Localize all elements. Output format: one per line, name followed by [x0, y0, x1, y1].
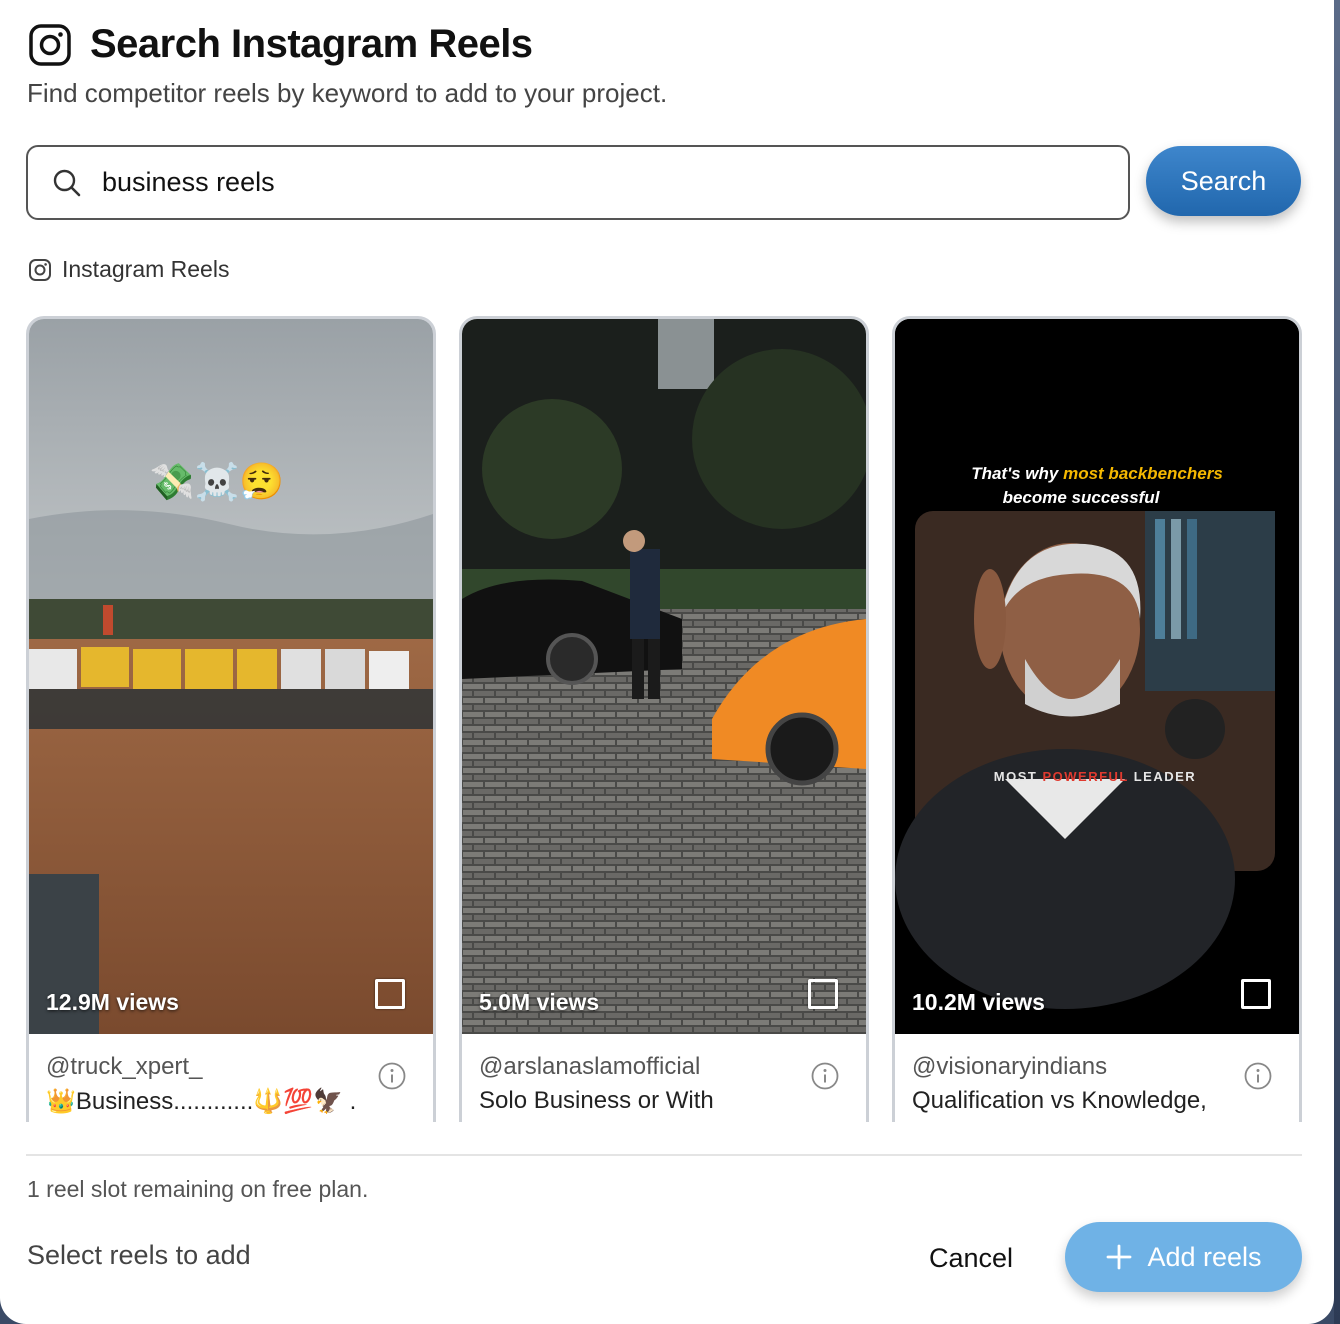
instagram-icon: [29, 23, 71, 66]
reel-caption: Solo Business or With: [479, 1087, 714, 1114]
reel-card[interactable]: That's why most backbenchers become succ…: [892, 316, 1302, 1122]
overlay-text-line2: become successful: [1003, 488, 1161, 507]
reel-caption: Qualification vs Knowledge,: [912, 1087, 1207, 1114]
reel-thumbnail[interactable]: [462, 319, 866, 1034]
view-count: 10.2M views: [912, 989, 1045, 1015]
section-label-text: Instagram Reels: [62, 256, 230, 282]
reels-grid: 💸☠️😮‍💨 12.9M views @truck_xpert_ 👑Busine…: [26, 316, 1302, 1122]
reel-thumbnail[interactable]: 💸☠️😮‍💨: [29, 319, 433, 1034]
info-icon[interactable]: [810, 1061, 840, 1091]
overlay-text-prefix: That's why: [971, 464, 1063, 483]
background-window-edge: [1334, 0, 1340, 1324]
section-label: Instagram Reels: [28, 256, 229, 283]
search-icon: [53, 169, 81, 196]
view-count: 12.9M views: [46, 989, 179, 1015]
search-input[interactable]: [102, 167, 1082, 198]
svg-text:That's why most backbenchers: That's why most backbenchers: [971, 464, 1223, 483]
modal-title: Search Instagram Reels: [90, 22, 533, 66]
plus-icon: [1107, 1244, 1132, 1270]
reel-thumbnail-image: That's why most backbenchers become succ…: [895, 319, 1299, 1034]
view-count: 5.0M views: [479, 989, 600, 1015]
search-button[interactable]: Search: [1146, 146, 1301, 216]
plan-note: 1 reel slot remaining on free plan.: [27, 1176, 369, 1202]
add-reels-label: Add reels: [1147, 1241, 1262, 1272]
reel-thumbnail-image: 💸☠️😮‍💨: [29, 319, 433, 1034]
add-reels-button[interactable]: Add reels: [1065, 1222, 1302, 1292]
reel-caption: 👑Business............🔱💯🦅 .: [46, 1088, 357, 1115]
search-reels-modal: Search Instagram Reels Find competitor r…: [0, 0, 1334, 1324]
footer-divider: [26, 1154, 1302, 1156]
lower-third-part1: MOST: [994, 769, 1043, 784]
instagram-icon: [29, 258, 51, 281]
selection-hint: Select reels to add: [27, 1240, 251, 1270]
reel-author[interactable]: @visionaryindians: [912, 1053, 1107, 1081]
reel-author[interactable]: @truck_xpert_: [46, 1053, 202, 1081]
select-checkbox[interactable]: [375, 979, 405, 1009]
reel-card[interactable]: 5.0M views @arslanaslamofficial Solo Bus…: [459, 316, 869, 1122]
cancel-button[interactable]: Cancel: [906, 1230, 1036, 1286]
select-checkbox[interactable]: [808, 979, 838, 1009]
overlay-emoji: 💸☠️😮‍💨: [150, 461, 284, 502]
info-icon[interactable]: [1243, 1061, 1273, 1091]
svg-text:MOST POWERFUL LEADER: MOST POWERFUL LEADER: [994, 769, 1196, 784]
info-icon[interactable]: [377, 1061, 407, 1091]
reel-card[interactable]: 💸☠️😮‍💨 12.9M views @truck_xpert_ 👑Busine…: [26, 316, 436, 1122]
reel-thumbnail[interactable]: That's why most backbenchers become succ…: [895, 319, 1299, 1034]
overlay-text-highlight: most backbenchers: [1063, 464, 1223, 483]
lower-third-part3: LEADER: [1129, 769, 1197, 784]
reel-thumbnail-image: [462, 319, 866, 1034]
lower-third-highlight: POWERFUL: [1042, 769, 1128, 784]
modal-header: Search Instagram Reels: [28, 22, 533, 67]
modal-subtitle: Find competitor reels by keyword to add …: [27, 78, 668, 108]
select-checkbox[interactable]: [1241, 979, 1271, 1009]
search-field[interactable]: [26, 145, 1130, 220]
reel-author[interactable]: @arslanaslamofficial: [479, 1053, 700, 1081]
